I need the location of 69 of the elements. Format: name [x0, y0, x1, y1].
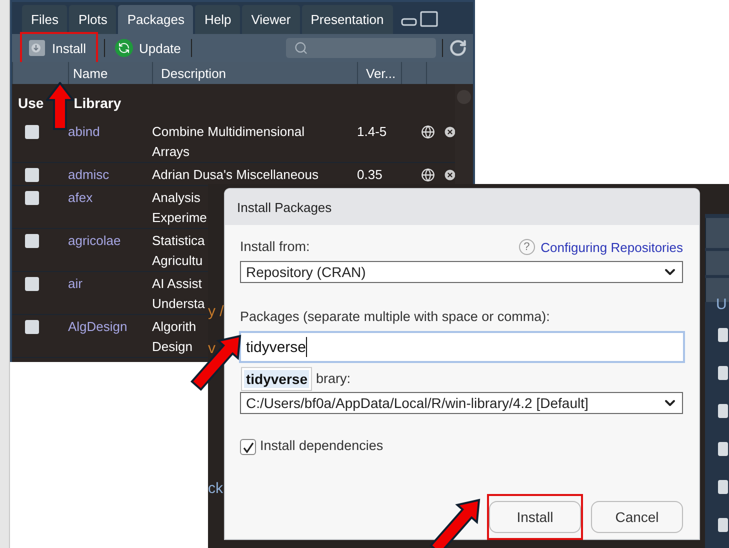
globe-icon[interactable] [421, 168, 435, 182]
dependencies-checkbox[interactable] [240, 439, 256, 455]
package-version: 0.35 [357, 166, 382, 184]
package-description: Algorith Design [152, 318, 196, 356]
row-checkbox[interactable] [718, 404, 728, 418]
text-fragment: v [208, 340, 216, 357]
text-fragment: U [716, 296, 727, 313]
remove-icon[interactable] [443, 125, 457, 139]
text-fragment: ck [208, 480, 223, 497]
package-checkbox[interactable] [25, 277, 39, 291]
field-label: brary: [316, 371, 351, 387]
package-description: Statistica Agricultu [152, 232, 205, 270]
install-button[interactable]: Install [24, 36, 90, 60]
package-name-link[interactable]: air [68, 274, 82, 294]
row-checkbox[interactable] [718, 328, 728, 342]
package-description: Combine Multidimensional Arrays [152, 123, 304, 161]
update-button[interactable]: Update [110, 36, 185, 60]
packages-input[interactable]: tidyverse [239, 331, 685, 363]
text-fragment: y / [208, 303, 224, 320]
field-label: Install from: [240, 239, 310, 255]
help-icon: ? [518, 239, 535, 255]
dialog-button[interactable]: Cancel [591, 501, 683, 533]
package-checkbox[interactable] [25, 191, 39, 205]
column-header[interactable]: Description [152, 62, 357, 84]
package-description: Adrian Dusa's Miscellaneous [152, 166, 319, 184]
row-checkbox[interactable] [718, 442, 728, 456]
column-header[interactable]: Ver... [357, 62, 401, 84]
package-checkbox[interactable] [25, 168, 39, 182]
package-version: 1.4-5 [357, 123, 387, 141]
section-heading: Use [18, 94, 44, 112]
globe-icon[interactable] [421, 125, 435, 139]
row-checkbox[interactable] [718, 518, 728, 532]
remove-icon[interactable] [443, 168, 457, 182]
checkbox-label: Install dependencies [260, 438, 384, 454]
repository-select[interactable]: Repository (CRAN) [240, 261, 683, 283]
pane-tab[interactable]: Viewer [242, 5, 300, 34]
dialog-button[interactable]: Install [489, 501, 581, 533]
row-checkbox[interactable] [718, 480, 728, 494]
package-name-link[interactable]: admisc [68, 165, 110, 185]
package-checkbox[interactable] [25, 320, 39, 334]
pane-tab[interactable]: Plots [69, 5, 116, 34]
pane-tab[interactable]: Files [22, 5, 68, 34]
pane-tab[interactable]: Help [195, 5, 240, 34]
package-name-link[interactable]: abind [68, 122, 100, 142]
suggestion-item[interactable]: tidyverse [244, 370, 310, 388]
search-icon [294, 41, 308, 55]
section-heading: Library [74, 94, 122, 112]
package-name-link[interactable]: agricolae [68, 231, 121, 251]
column-header[interactable]: Name [68, 62, 152, 84]
package-checkbox[interactable] [25, 234, 39, 248]
dialog-title: Install Packages [225, 189, 699, 225]
refresh-icon [114, 39, 133, 57]
arrow-annotation [429, 498, 483, 548]
search-field[interactable] [286, 38, 436, 58]
package-icon [28, 39, 46, 57]
minimize-maximize-icon[interactable] [400, 10, 439, 28]
library-select[interactable]: C:/Users/bf0a/AppData/Local/R/win-library/4.2 [Default] [240, 392, 683, 414]
package-name-link[interactable]: afex [68, 188, 93, 208]
package-description: Analysis Experime [152, 189, 207, 227]
refresh-icon[interactable] [449, 39, 467, 57]
pane-tab[interactable]: Packages [118, 5, 194, 34]
package-description: AI Assist Understa [152, 275, 205, 313]
package-checkbox[interactable] [25, 125, 39, 139]
arrow-annotation [190, 334, 244, 392]
pane-tab[interactable]: Presentation [302, 5, 393, 34]
help-link[interactable]: ? Configuring Repositories [518, 239, 683, 255]
row-checkbox[interactable] [718, 366, 728, 380]
field-label: Packages (separate multiple with space or comma): [240, 309, 550, 325]
package-name-link[interactable]: AlgDesign [68, 317, 128, 337]
